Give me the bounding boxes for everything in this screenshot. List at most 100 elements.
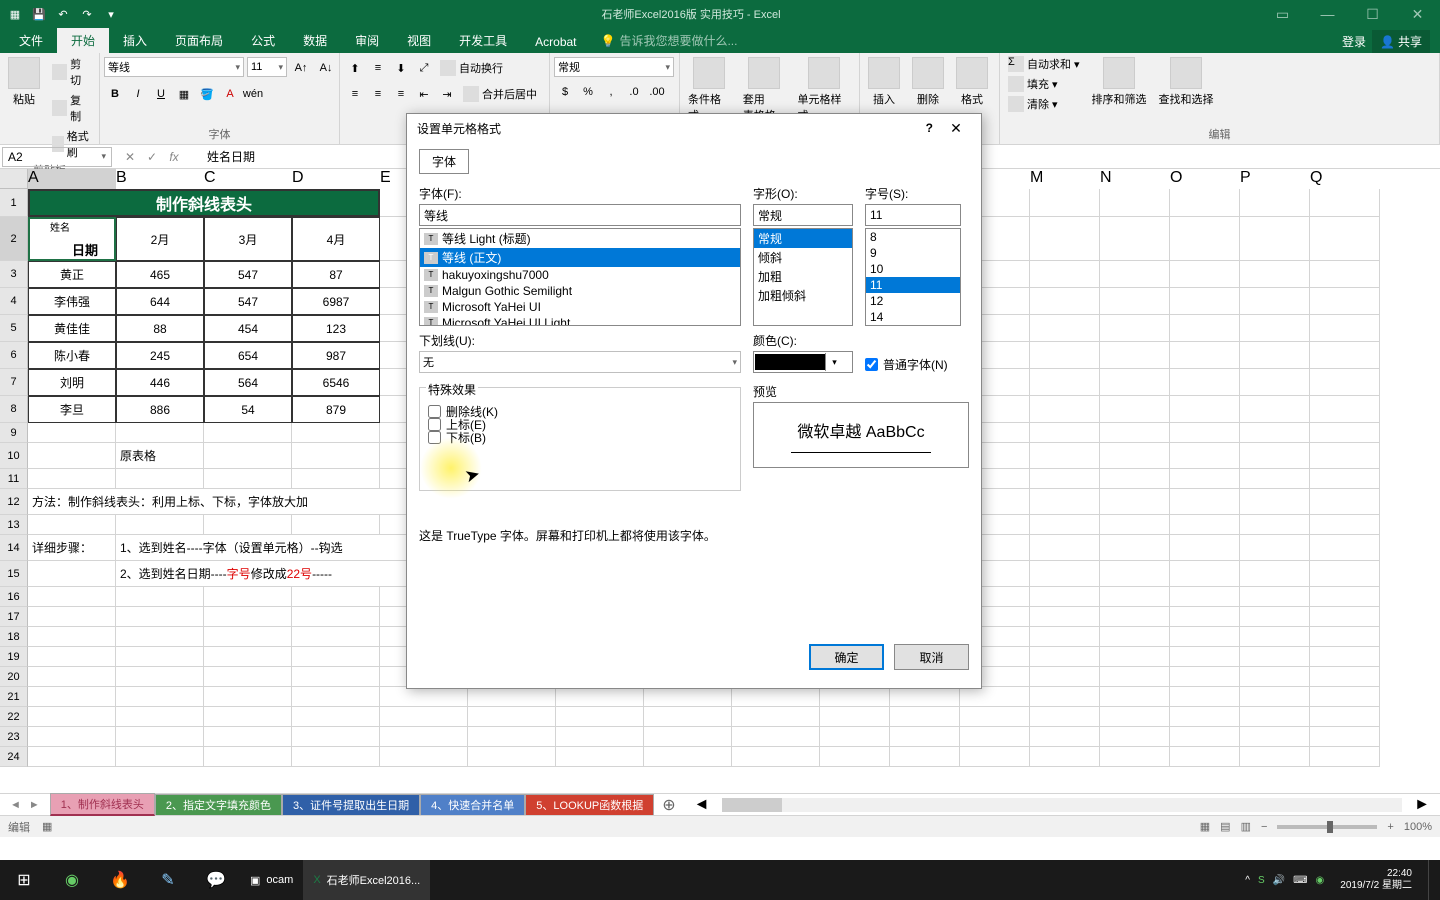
cell[interactable] xyxy=(1310,261,1380,288)
column-header-A[interactable]: A xyxy=(28,169,116,189)
cell[interactable] xyxy=(116,667,204,687)
cell[interactable] xyxy=(204,687,292,707)
cell[interactable] xyxy=(1030,707,1100,727)
sort-filter-button[interactable]: 排序和筛选 xyxy=(1088,55,1151,109)
cell[interactable] xyxy=(1240,535,1310,561)
fill-button[interactable]: 填充 ▾ xyxy=(1004,75,1084,93)
cell[interactable] xyxy=(292,687,380,707)
system-clock[interactable]: 22:40 2019/7/2 星期二 xyxy=(1332,868,1420,892)
delete-cells-button[interactable]: 删除 xyxy=(908,55,948,109)
cell[interactable] xyxy=(1240,423,1310,443)
tab-layout[interactable]: 页面布局 xyxy=(161,28,237,53)
cell[interactable] xyxy=(204,667,292,687)
task-wechat-icon[interactable]: 💬 xyxy=(192,860,240,900)
cell[interactable] xyxy=(1100,342,1170,369)
insert-cells-button[interactable]: 插入 xyxy=(864,55,904,109)
cell[interactable] xyxy=(1310,217,1380,261)
cell[interactable] xyxy=(292,587,380,607)
data-cell[interactable]: 564 xyxy=(204,369,292,396)
cell[interactable] xyxy=(1170,727,1240,747)
cell[interactable] xyxy=(116,627,204,647)
cell[interactable] xyxy=(28,587,116,607)
maximize-icon[interactable]: ☐ xyxy=(1350,0,1395,28)
horizontal-scrollbar[interactable] xyxy=(722,798,1403,812)
sheet-nav-first-icon[interactable]: ◄ xyxy=(10,799,21,811)
align-top-icon[interactable]: ⬆ xyxy=(344,57,366,79)
data-cell[interactable]: 465 xyxy=(116,261,204,288)
cell[interactable] xyxy=(1100,288,1170,315)
cell[interactable] xyxy=(1100,707,1170,727)
underline-combo[interactable]: 无 xyxy=(419,351,741,373)
row-header-16[interactable]: 16 xyxy=(0,587,28,607)
color-combo[interactable]: ▾ xyxy=(753,351,853,373)
cell[interactable] xyxy=(1310,189,1380,217)
data-cell[interactable]: 123 xyxy=(292,315,380,342)
cell[interactable] xyxy=(1240,667,1310,687)
row-header-22[interactable]: 22 xyxy=(0,707,28,727)
cell[interactable] xyxy=(1100,217,1170,261)
month-header[interactable]: 2月 xyxy=(116,217,204,261)
cell[interactable] xyxy=(1100,647,1170,667)
data-cell[interactable]: 654 xyxy=(204,342,292,369)
cell[interactable] xyxy=(1100,189,1170,217)
size-input[interactable] xyxy=(865,204,961,226)
fx-icon[interactable]: fx xyxy=(164,150,184,164)
row-header-14[interactable]: 14 xyxy=(0,535,28,561)
cell[interactable] xyxy=(1310,727,1380,747)
sheet-tab-1[interactable]: 1、制作斜线表头 xyxy=(50,793,155,816)
cell[interactable] xyxy=(204,423,292,443)
cell[interactable] xyxy=(1310,515,1380,535)
cell[interactable] xyxy=(1030,515,1100,535)
cell[interactable] xyxy=(1030,727,1100,747)
cell[interactable] xyxy=(1170,469,1240,489)
cell[interactable] xyxy=(1100,587,1170,607)
style-list-item[interactable]: 加粗倾斜 xyxy=(754,286,852,305)
cell[interactable] xyxy=(1100,489,1170,515)
data-cell[interactable]: 88 xyxy=(116,315,204,342)
zoom-out-icon[interactable]: − xyxy=(1261,821,1267,833)
cell[interactable] xyxy=(468,747,556,767)
cell[interactable] xyxy=(28,707,116,727)
cell[interactable] xyxy=(116,515,204,535)
cell[interactable] xyxy=(1170,561,1240,587)
cell[interactable] xyxy=(1240,587,1310,607)
cell[interactable] xyxy=(1240,607,1310,627)
close-icon[interactable]: ✕ xyxy=(1395,0,1440,28)
sheet-nav-last-icon[interactable]: ► xyxy=(29,799,40,811)
cell[interactable] xyxy=(1030,443,1100,469)
name-cell[interactable]: 黄佳佳 xyxy=(28,315,116,342)
cell[interactable] xyxy=(292,607,380,627)
cell[interactable] xyxy=(1310,667,1380,687)
cell[interactable] xyxy=(1240,647,1310,667)
cell[interactable] xyxy=(1310,315,1380,342)
increase-decimal-icon[interactable]: .0 xyxy=(623,81,645,103)
row-header-7[interactable]: 7 xyxy=(0,369,28,396)
bold-button[interactable]: B xyxy=(104,83,126,105)
cell[interactable] xyxy=(820,687,890,707)
tray-app-icon[interactable]: ◉ xyxy=(1316,875,1325,886)
data-cell[interactable]: 879 xyxy=(292,396,380,423)
cell[interactable] xyxy=(116,423,204,443)
cell[interactable] xyxy=(292,667,380,687)
find-select-button[interactable]: 查找和选择 xyxy=(1155,55,1218,109)
cell[interactable] xyxy=(1100,561,1170,587)
cell[interactable] xyxy=(116,747,204,767)
cell[interactable] xyxy=(1310,288,1380,315)
align-middle-icon[interactable]: ≡ xyxy=(367,57,389,79)
view-layout-icon[interactable]: ▤ xyxy=(1220,820,1230,833)
login-link[interactable]: 登录 xyxy=(1342,33,1366,50)
wrap-text-button[interactable]: 自动换行 xyxy=(436,57,507,79)
cell[interactable] xyxy=(1170,707,1240,727)
font-size-combo[interactable]: 11 xyxy=(247,57,287,77)
row-header-1[interactable]: 1 xyxy=(0,189,28,217)
new-sheet-button[interactable]: ⊕ xyxy=(654,795,683,815)
month-header[interactable]: 3月 xyxy=(204,217,292,261)
tab-acrobat[interactable]: Acrobat xyxy=(521,31,590,53)
cell[interactable] xyxy=(204,627,292,647)
data-cell[interactable]: 87 xyxy=(292,261,380,288)
tab-dev[interactable]: 开发工具 xyxy=(445,28,521,53)
currency-icon[interactable]: $ xyxy=(554,81,576,103)
view-break-icon[interactable]: ▥ xyxy=(1241,820,1251,833)
row-header-6[interactable]: 6 xyxy=(0,342,28,369)
task-app-1-icon[interactable]: ◉ xyxy=(48,860,96,900)
